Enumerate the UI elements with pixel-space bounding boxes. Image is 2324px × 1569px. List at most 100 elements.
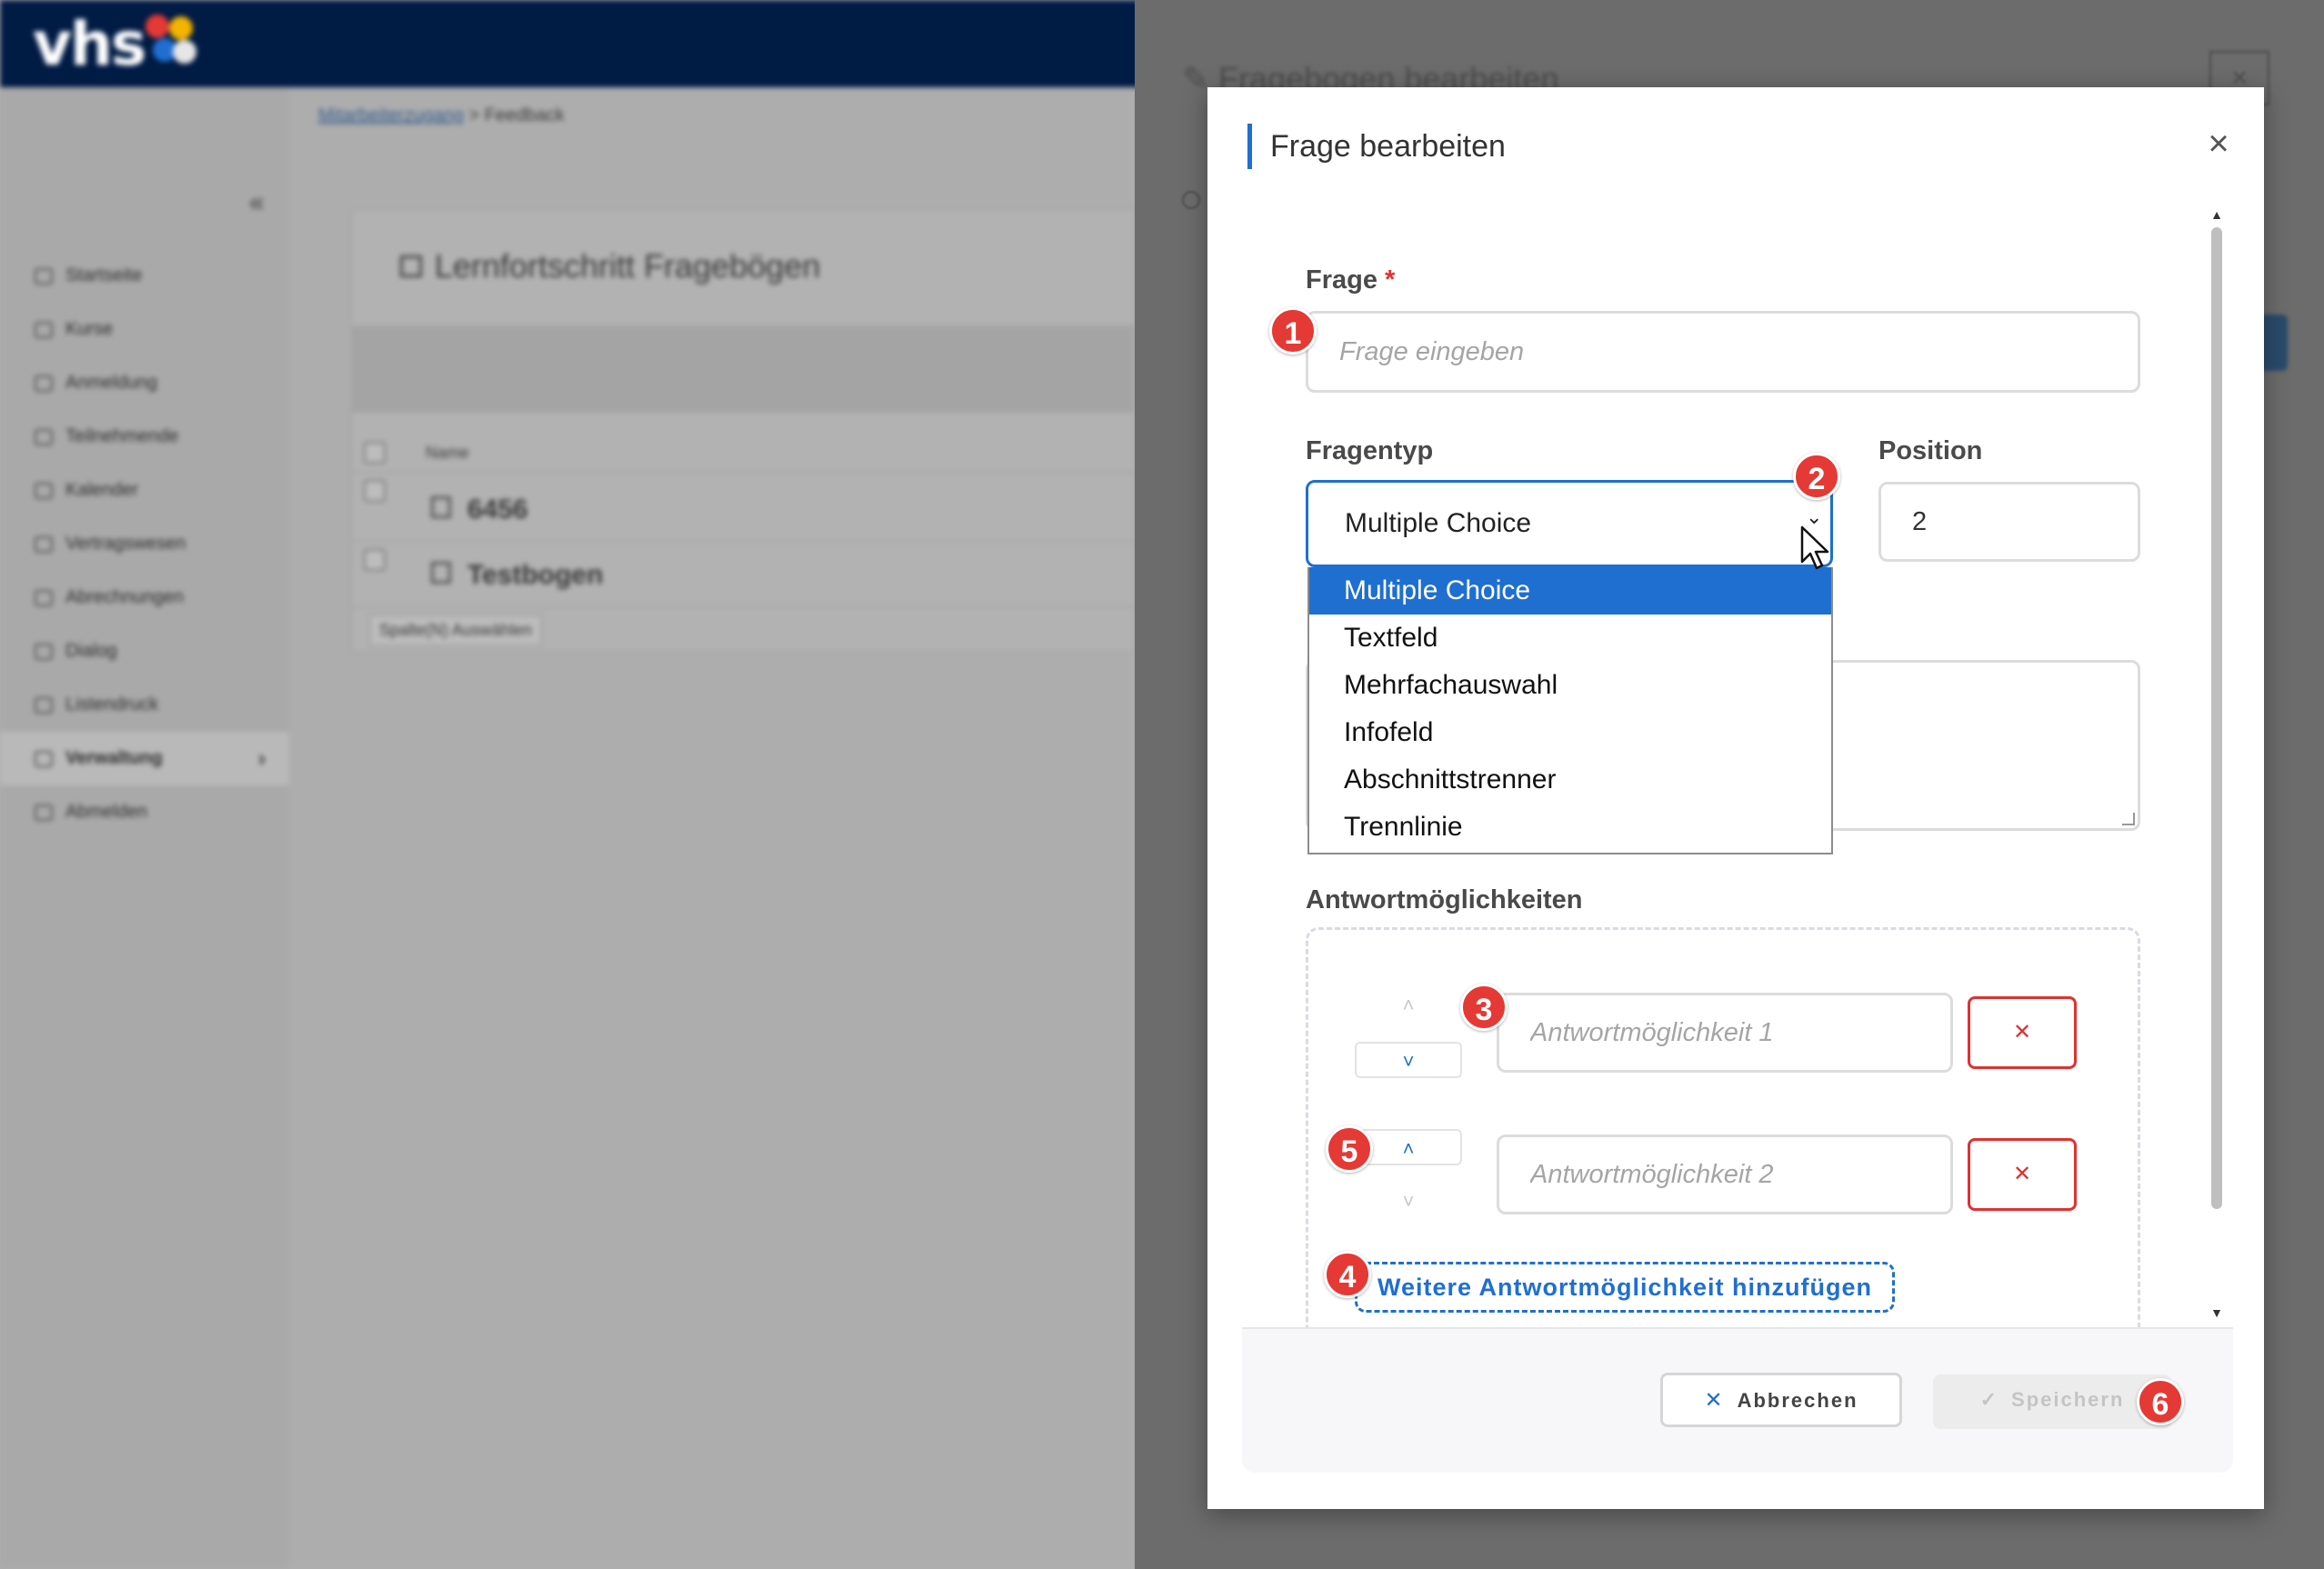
sidebar-item-startseite[interactable]: Startseite bbox=[0, 249, 289, 303]
add-answer-button[interactable]: Weitere Antwortmöglichkeit hinzufügen bbox=[1355, 1262, 1895, 1313]
sidebar-item-teilnehmende[interactable]: Teilnehmende bbox=[0, 410, 289, 464]
chevron-down-icon: ⌄ bbox=[1806, 505, 1823, 528]
option-mehrfachauswahl[interactable]: Mehrfachauswahl bbox=[1309, 662, 1831, 709]
breadcrumb-current: Feedback bbox=[484, 105, 565, 125]
save-button[interactable]: ✓ Speichern bbox=[1933, 1374, 2171, 1429]
annotation-badge: 3 bbox=[1460, 984, 1508, 1031]
close-icon: ✕ bbox=[1704, 1388, 1725, 1413]
cancel-button[interactable]: ✕ Abbrechen bbox=[1660, 1373, 1902, 1427]
question-type-select[interactable]: Multiple Choice bbox=[1306, 480, 1833, 567]
annotation-badge: 5 bbox=[1326, 1125, 1373, 1173]
card-toolbar bbox=[351, 325, 1135, 413]
card-title: Lernfortschritt Fragebögen bbox=[400, 247, 820, 285]
chevron-right-icon: › bbox=[258, 745, 265, 771]
table-header: Name bbox=[351, 433, 1135, 473]
vhs-logo[interactable]: vhs bbox=[33, 9, 146, 79]
move-down-icon[interactable]: ˅ bbox=[1355, 1184, 1462, 1220]
collapse-sidebar-icon[interactable]: « bbox=[249, 187, 265, 218]
delete-answer-button[interactable]: ✕ bbox=[1968, 1138, 2077, 1211]
sidebar-item-kurse[interactable]: Kurse bbox=[0, 303, 289, 356]
document-icon bbox=[400, 255, 422, 277]
question-label: Frage * bbox=[1306, 265, 1395, 295]
check-icon: ✓ bbox=[1979, 1388, 1999, 1411]
close-icon: ✕ bbox=[2012, 1020, 2032, 1044]
delete-answer-button[interactable]: ✕ bbox=[1968, 996, 2077, 1069]
document-icon bbox=[431, 496, 451, 518]
question-type-label: Fragentyp bbox=[1306, 436, 1434, 465]
calendar-icon bbox=[35, 482, 53, 499]
annotation-badge: 1 bbox=[1269, 307, 1317, 355]
option-abschnittstrenner[interactable]: Abschnittstrenner bbox=[1309, 756, 1831, 804]
sidebar-item-label: Abmelden bbox=[65, 802, 148, 822]
answer-input-1[interactable] bbox=[1497, 993, 1953, 1073]
close-icon: ✕ bbox=[2012, 1162, 2032, 1186]
move-up-icon[interactable]: ˄ bbox=[1355, 987, 1462, 1024]
modal-title: Frage bearbeiten bbox=[1247, 124, 1506, 169]
sidebar-item-label: Verwaltung bbox=[65, 748, 163, 768]
row-checkbox[interactable] bbox=[364, 549, 386, 571]
table-row[interactable]: Testbogen bbox=[351, 542, 1135, 607]
info-icon bbox=[1182, 191, 1200, 209]
cancel-label: Abbrechen bbox=[1737, 1389, 1858, 1412]
option-trennlinie[interactable]: Trennlinie bbox=[1309, 804, 1831, 851]
scrollbar-thumb[interactable] bbox=[2211, 227, 2222, 1209]
question-input[interactable] bbox=[1306, 311, 2140, 393]
billing-icon bbox=[35, 589, 53, 606]
answers-label: Antwortmöglichkeiten bbox=[1306, 885, 1583, 914]
position-label: Position bbox=[1878, 436, 1983, 465]
required-asterisk: * bbox=[1385, 265, 1396, 295]
mouse-cursor-icon bbox=[1800, 525, 1829, 570]
cart-icon bbox=[35, 375, 53, 392]
sidebar: « Startseite Kurse Anmeldung Teilnehmend… bbox=[0, 87, 289, 1569]
row-name[interactable]: 6456 bbox=[467, 495, 528, 525]
option-multiple-choice[interactable]: Multiple Choice bbox=[1309, 567, 1831, 615]
scroll-up-arrow-icon[interactable]: ▲ bbox=[2208, 207, 2226, 222]
breadcrumb: Mitarbeiterzugang > Feedback bbox=[318, 105, 565, 126]
users-icon bbox=[35, 428, 53, 445]
sidebar-item-label: Vertragswesen bbox=[65, 534, 186, 554]
sidebar-item-label: Kurse bbox=[65, 319, 114, 339]
position-input[interactable] bbox=[1878, 482, 2140, 562]
close-icon[interactable]: × bbox=[2200, 125, 2237, 162]
logo-mark-icon bbox=[145, 15, 200, 69]
sidebar-item-kalender[interactable]: Kalender bbox=[0, 464, 289, 517]
breadcrumb-link[interactable]: Mitarbeiterzugang bbox=[318, 105, 464, 125]
sidebar-item-dialog[interactable]: Dialog bbox=[0, 625, 289, 678]
annotation-badge: 4 bbox=[1324, 1251, 1371, 1298]
column-select-button[interactable]: Spalte(N) Auswählen bbox=[369, 615, 543, 646]
sidebar-item-label: Dialog bbox=[65, 641, 117, 661]
sidebar-item-label: Teilnehmende bbox=[65, 426, 179, 446]
document-icon bbox=[431, 562, 451, 584]
sidebar-item-listendruck[interactable]: Listendruck bbox=[0, 678, 289, 732]
sidebar-item-abrechnungen[interactable]: Abrechnungen bbox=[0, 571, 289, 625]
question-label-text: Frage bbox=[1306, 265, 1377, 295]
row-name[interactable]: Testbogen bbox=[467, 560, 603, 591]
resize-handle-icon[interactable] bbox=[2122, 813, 2135, 825]
option-infofeld[interactable]: Infofeld bbox=[1309, 709, 1831, 756]
chat-icon bbox=[35, 643, 53, 660]
sidebar-item-verwaltung[interactable]: Verwaltung › bbox=[0, 732, 289, 785]
sidebar-item-label: Listendruck bbox=[65, 695, 159, 715]
courses-icon bbox=[35, 321, 53, 338]
sidebar-nav: Startseite Kurse Anmeldung Teilnehmende … bbox=[0, 249, 289, 839]
row-checkbox[interactable] bbox=[364, 480, 386, 502]
move-down-icon[interactable]: ˅ bbox=[1355, 1042, 1462, 1078]
annotation-badge: 2 bbox=[1793, 453, 1840, 500]
answer-input-2[interactable] bbox=[1497, 1134, 1953, 1214]
contract-icon bbox=[35, 535, 53, 553]
sidebar-item-label: Kalender bbox=[65, 480, 139, 500]
select-all-checkbox[interactable] bbox=[364, 442, 386, 464]
option-textfeld[interactable]: Textfeld bbox=[1309, 615, 1831, 662]
sidebar-item-vertragswesen[interactable]: Vertragswesen bbox=[0, 517, 289, 571]
sidebar-item-label: Startseite bbox=[65, 265, 143, 285]
scroll-down-arrow-icon[interactable]: ▼ bbox=[2208, 1305, 2226, 1320]
sidebar-item-label: Anmeldung bbox=[65, 373, 158, 393]
column-header-name[interactable]: Name bbox=[426, 444, 469, 463]
print-icon bbox=[35, 696, 53, 714]
sidebar-item-anmeldung[interactable]: Anmeldung bbox=[0, 356, 289, 410]
question-type-dropdown: Multiple Choice Textfeld Mehrfachauswahl… bbox=[1307, 567, 1833, 854]
table-row[interactable]: 6456 bbox=[351, 476, 1135, 542]
sidebar-item-label: Abrechnungen bbox=[65, 587, 185, 607]
logout-icon bbox=[35, 804, 53, 821]
sidebar-item-abmelden[interactable]: Abmelden bbox=[0, 785, 289, 839]
